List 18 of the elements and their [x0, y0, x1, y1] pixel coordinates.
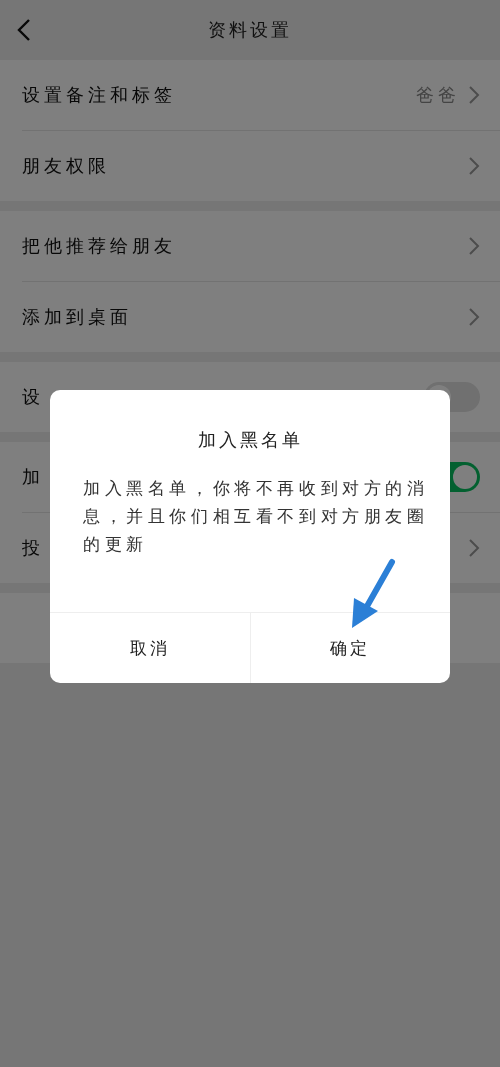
row-label: 把他推荐给朋友 [22, 234, 176, 258]
row-label: 朋友权限 [22, 154, 110, 178]
chevron-icon [468, 307, 480, 327]
dialog-message: 加入黑名单，你将不再收到对方的消息，并且你们相互看不到对方朋友圈的更新 [83, 477, 430, 556]
chevron-icon [468, 236, 480, 256]
back-icon[interactable] [16, 18, 32, 42]
row-label: 设 [22, 385, 44, 409]
chevron-icon [468, 85, 480, 105]
chevron-icon [468, 156, 480, 176]
dialog-button[interactable]: 取消 [50, 613, 250, 683]
dialog-title: 加入黑名单 [196, 428, 304, 452]
row-label: 添加到桌面 [22, 305, 132, 329]
row-label: 加 [22, 465, 44, 489]
chevron-icon [468, 538, 480, 558]
page-title: 资料设置 [208, 18, 292, 42]
row-value: 爸爸 [416, 83, 460, 107]
row-label: 投 [22, 536, 44, 560]
row-label: 设置备注和标签 [22, 83, 176, 107]
